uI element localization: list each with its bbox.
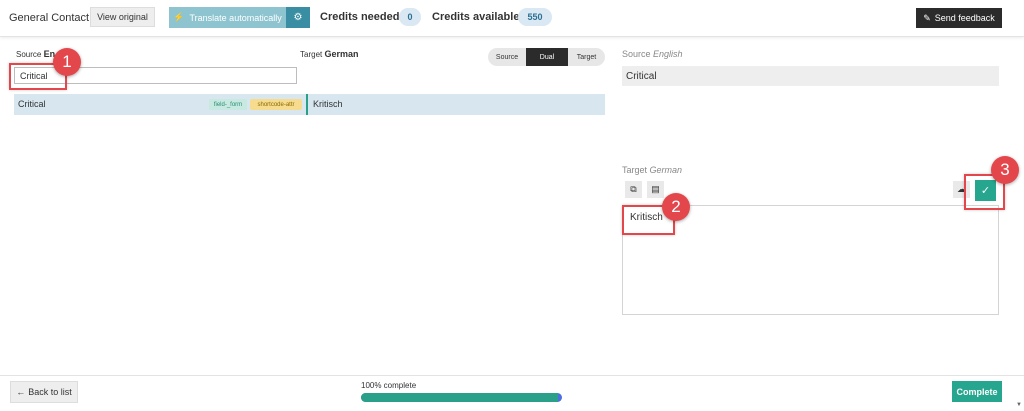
send-feedback-label: Send feedback [934,13,995,23]
editor-target-label-text: Target [622,165,648,175]
glossary-icon: ▤ [651,184,660,194]
credits-available-label: Credits available [432,11,520,23]
arrow-left-icon: ← [16,387,26,397]
row-target-text: Kritisch [313,99,343,109]
list-target-language: German [324,49,359,59]
list-source-label-text: Source [16,50,42,59]
translate-automatically-button[interactable]: ⚡ Translate automatically [169,7,286,28]
back-to-list-button[interactable]: ← Back to list [10,381,78,403]
toggle-dual[interactable]: Dual [526,48,568,66]
copy-source-button[interactable]: ⧉ [625,181,642,198]
list-target-label-text: Target [300,50,323,59]
row-source-text: Critical [18,99,46,109]
credits-needed-badge: 0 [399,8,421,26]
copy-icon: ⧉ [630,184,637,194]
credits-needed-label: Credits needed [320,11,400,23]
back-to-list-label: Back to list [28,387,72,397]
progress-text: 100% complete [361,381,417,390]
view-mode-toggle: Source Dual Target [488,48,605,66]
toggle-source[interactable]: Source [488,48,526,66]
string-row[interactable]: Critical field-_form shortcode-attr Krit… [14,94,605,115]
field-tag: field-_form [209,99,247,110]
translate-automatically-label: Translate automatically [189,12,282,23]
row-divider [306,94,308,115]
scroll-down-arrow[interactable]: ▼ [1016,402,1022,408]
editor-source-label-text: Source [622,49,651,59]
editor-source-text: Critical [622,66,999,86]
translate-settings-button[interactable]: ⚙ [286,7,310,28]
callout-3-badge: 3 [991,156,1019,184]
pencil-icon: ✎ [923,12,931,23]
shortcode-tag: shortcode-attr [250,99,302,110]
callout-1-badge: 1 [53,48,81,76]
complete-button[interactable]: Complete [952,381,1002,402]
editor-source-language: English [653,49,683,59]
progress-fill [361,393,558,402]
glossary-button[interactable]: ▤ [647,181,664,198]
send-feedback-button[interactable]: ✎ Send feedback [916,8,1002,28]
list-target-label: Target German [300,49,358,59]
document-title: General Contact [9,12,90,24]
top-bar: General Contact View original ⚡ Translat… [0,0,1024,37]
progress-bar [361,393,562,402]
view-original-button[interactable]: View original [90,7,155,27]
translation-editor[interactable] [622,205,999,315]
bolt-icon: ⚡ [173,12,185,22]
list-source-label: Source En [16,49,55,59]
credits-available-badge: 550 [518,8,552,26]
toggle-target[interactable]: Target [568,48,605,66]
editor-target-language: German [649,165,683,175]
editor-source-label: Source English [622,49,683,59]
gear-icon: ⚙ [293,12,303,23]
editor-target-label: Target German [622,165,682,175]
callout-2-badge: 2 [662,193,690,221]
